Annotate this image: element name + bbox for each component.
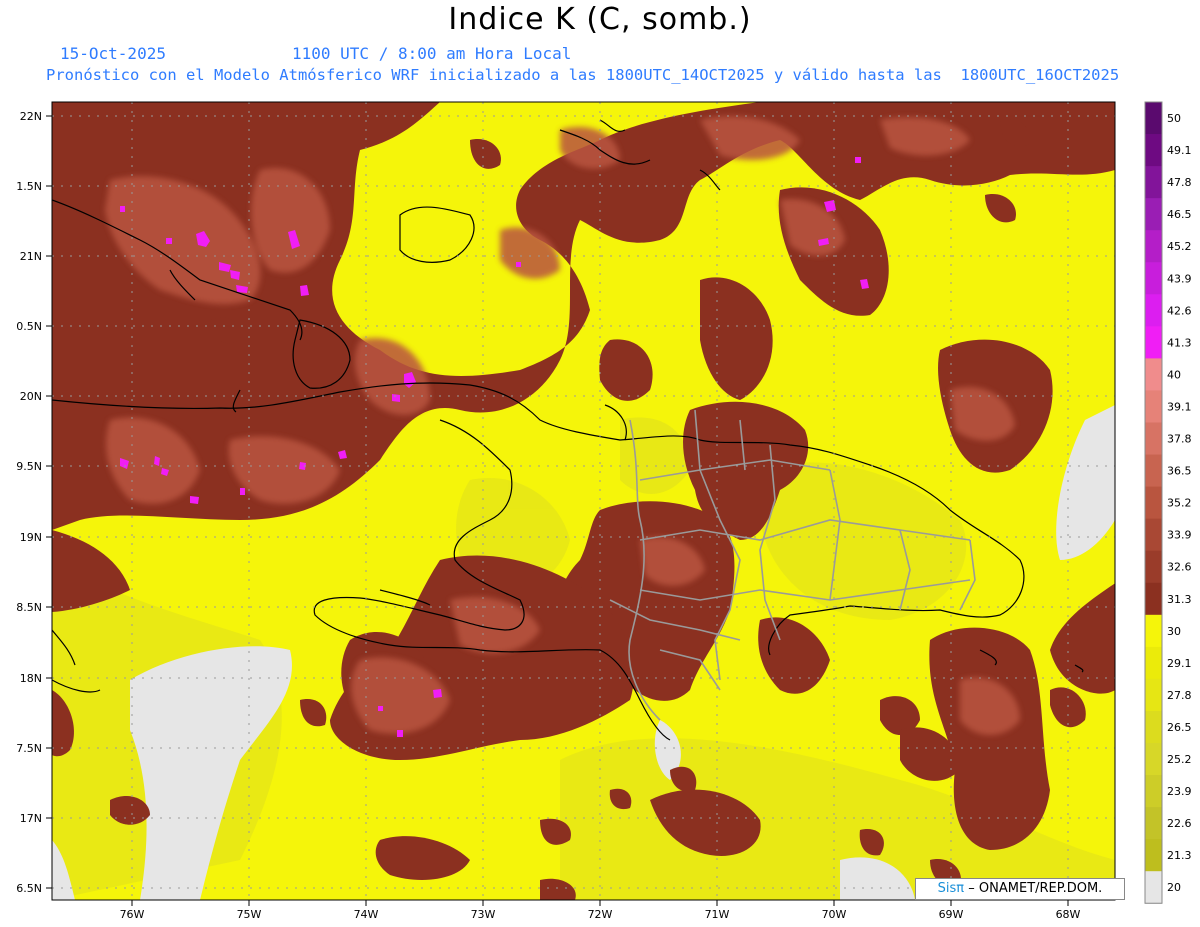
colorbar-swatch <box>1145 839 1162 872</box>
colorbar-swatch <box>1145 614 1162 648</box>
colorbar-label: 43.9 <box>1167 272 1192 285</box>
colorbar-label: 22.6 <box>1167 817 1192 830</box>
colorbar-swatch <box>1145 262 1162 295</box>
colorbar-label: 32.6 <box>1167 561 1192 574</box>
colorbar-label: 42.6 <box>1167 304 1192 317</box>
colorbar-swatch <box>1145 294 1162 327</box>
colorbar-swatch <box>1145 582 1162 616</box>
colorbar-swatch <box>1145 422 1162 456</box>
colorbar-swatch <box>1145 486 1162 520</box>
colorbar-label: 23.9 <box>1167 785 1192 798</box>
colorbar-label: 46.5 <box>1167 208 1192 221</box>
colorbar-swatch <box>1145 678 1162 712</box>
lat-label: 17N <box>20 812 42 825</box>
colorbar-swatch <box>1145 326 1162 359</box>
lat-label: 9.5N <box>16 460 42 473</box>
lat-label: 20N <box>20 390 42 403</box>
lat-label: 8.5N <box>16 601 42 614</box>
colorbar-label: 47.8 <box>1167 176 1192 189</box>
credit-box: Sisπ – ONAMET/REP.DOM. <box>915 878 1125 900</box>
colorbar-swatch <box>1145 710 1162 744</box>
lat-labels: 22N 1.5N 21N 0.5N 20N 9.5N 19N 8.5N 18N … <box>16 110 42 895</box>
colorbar-label: 50 <box>1167 112 1181 125</box>
colorbar-swatch <box>1145 646 1162 680</box>
colorbar-swatch <box>1145 454 1162 488</box>
colorbar-label: 39.1 <box>1167 400 1192 413</box>
colorbar: 50 49.1 47.8 46.5 45.2 43.9 42.6 41.3 40 39.1 37.8… <box>1144 101 1192 904</box>
colorbar-swatch <box>1145 390 1162 423</box>
colorbar-swatch <box>1145 102 1162 135</box>
colorbar-label: 41.3 <box>1167 336 1192 349</box>
colorbar-swatch <box>1145 550 1162 584</box>
colorbar-swatch <box>1145 871 1162 904</box>
lon-labels: 76W 75W 74W 73W 72W 71W 70W 69W 68W <box>120 908 1081 921</box>
lon-label: 76W <box>120 908 145 921</box>
colorbar-label: 29.1 <box>1167 657 1192 670</box>
lat-label: 6.5N <box>16 882 42 895</box>
lat-label: 7.5N <box>16 742 42 755</box>
credit-text: – ONAMET/REP.DOM. <box>968 881 1103 896</box>
colorbar-swatch <box>1145 134 1162 167</box>
map-field <box>52 102 1115 900</box>
colorbar-label: 25.2 <box>1167 753 1192 766</box>
colorbar-swatch <box>1145 198 1162 231</box>
colorbar-label: 45.2 <box>1167 240 1192 253</box>
colorbar-label: 27.8 <box>1167 689 1192 702</box>
lat-label: 1.5N <box>16 180 42 193</box>
colorbar-label: 31.3 <box>1167 593 1192 606</box>
colorbar-swatch <box>1145 807 1162 840</box>
lat-label: 18N <box>20 672 42 685</box>
colorbar-label: 33.9 <box>1167 529 1192 542</box>
colorbar-label: 30 <box>1167 625 1181 638</box>
colorbar-label: 49.1 <box>1167 144 1192 157</box>
lat-label: 22N <box>20 110 42 123</box>
lon-label: 74W <box>354 908 379 921</box>
colorbar-label: 37.8 <box>1167 433 1192 446</box>
lon-label: 73W <box>471 908 496 921</box>
colorbar-label: 20 <box>1167 881 1181 894</box>
colorbar-swatch <box>1145 358 1162 391</box>
colorbar-swatch <box>1145 166 1162 199</box>
lon-label: 69W <box>939 908 964 921</box>
lat-label: 21N <box>20 250 42 263</box>
colorbar-label: 40 <box>1167 368 1181 381</box>
colorbar-swatch <box>1145 743 1162 776</box>
colorbar-label: 26.5 <box>1167 721 1192 734</box>
lon-label: 70W <box>822 908 847 921</box>
colorbar-swatch <box>1145 230 1162 263</box>
colorbar-swatch <box>1145 518 1162 552</box>
lon-label: 68W <box>1056 908 1081 921</box>
colorbar-label: 21.3 <box>1167 849 1192 862</box>
colorbar-label: 36.5 <box>1167 465 1192 478</box>
lon-label: 75W <box>237 908 262 921</box>
colorbar-swatch <box>1145 775 1162 808</box>
k-index-map: 22N 1.5N 21N 0.5N 20N 9.5N 19N 8.5N 18N … <box>16 101 1192 921</box>
lat-label: 0.5N <box>16 320 42 333</box>
colorbar-label: 35.2 <box>1167 497 1192 510</box>
lon-label: 71W <box>705 908 730 921</box>
lat-label: 19N <box>20 531 42 544</box>
lon-label: 72W <box>588 908 613 921</box>
sispi-logo: Sisπ <box>937 881 965 896</box>
